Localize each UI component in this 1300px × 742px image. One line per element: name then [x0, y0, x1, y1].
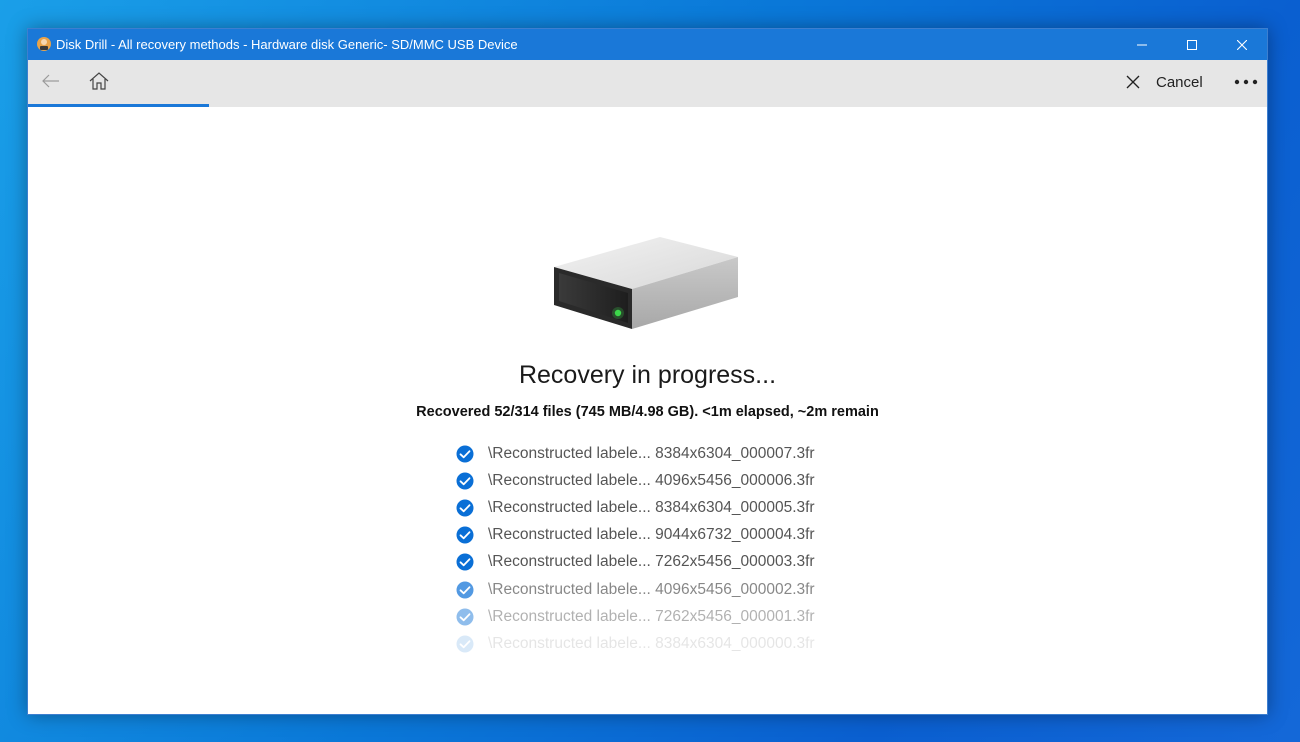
list-item: \Reconstructed labele... 8384x6304_00000… [456, 440, 815, 467]
file-name: \Reconstructed labele... 4096x5456_00000… [488, 471, 815, 489]
close-window-button[interactable] [1218, 29, 1266, 60]
minimize-icon [1137, 44, 1147, 45]
checkmark-icon [456, 472, 474, 490]
checkmark-icon [456, 581, 474, 599]
checkmark-icon [456, 445, 474, 463]
disk-drill-app-icon [36, 36, 52, 52]
file-name: \Reconstructed labele... 7262x5456_00000… [488, 607, 815, 625]
close-icon [1237, 39, 1247, 50]
back-button[interactable] [36, 66, 66, 96]
checkmark-icon [456, 635, 474, 653]
file-name: \Reconstructed labele... 8384x6304_00000… [488, 634, 815, 652]
minimize-button[interactable] [1118, 29, 1166, 60]
list-item: \Reconstructed labele... 4096x5456_00000… [456, 576, 815, 603]
home-icon [89, 72, 109, 90]
back-arrow-icon [42, 74, 59, 88]
file-name: \Reconstructed labele... 4096x5456_00000… [488, 580, 815, 598]
cancel-label: Cancel [1156, 73, 1203, 91]
list-item: \Reconstructed labele... 7262x5456_00000… [456, 603, 815, 630]
file-name: \Reconstructed labele... 8384x6304_00000… [488, 444, 815, 462]
toolbar [28, 60, 1267, 107]
cancel-x-icon [1126, 75, 1140, 89]
hard-drive-icon [550, 233, 740, 338]
file-name: \Reconstructed labele... 7262x5456_00000… [488, 553, 815, 571]
recovered-file-list: \Reconstructed labele... 8384x6304_00000… [456, 440, 815, 658]
window-title: Disk Drill - All recovery methods - Hard… [56, 37, 518, 52]
list-item: \Reconstructed labele... 8384x6304_00000… [456, 630, 815, 657]
checkmark-icon [456, 499, 474, 517]
checkmark-icon [456, 553, 474, 571]
checkmark-icon [456, 608, 474, 626]
more-options-button[interactable] [1228, 68, 1264, 96]
more-icon [1234, 79, 1258, 85]
recovery-status: Recovered 52/314 files (745 MB/4.98 GB).… [416, 404, 879, 420]
cancel-button[interactable]: Cancel [1126, 68, 1203, 96]
main-content: Recovery in progress... Recovered 52/314… [28, 107, 1267, 714]
file-name: \Reconstructed labele... 9044x6732_00000… [488, 526, 815, 544]
page-heading: Recovery in progress... [518, 361, 777, 389]
file-name: \Reconstructed labele... 8384x6304_00000… [488, 498, 815, 516]
list-item: \Reconstructed labele... 9044x6732_00000… [456, 522, 815, 549]
list-item: \Reconstructed labele... 7262x5456_00000… [456, 549, 815, 576]
maximize-icon [1187, 39, 1197, 50]
home-button[interactable] [84, 66, 114, 96]
list-item: \Reconstructed labele... 8384x6304_00000… [456, 494, 815, 521]
app-window: Disk Drill - All recovery methods - Hard… [27, 28, 1268, 715]
checkmark-icon [456, 526, 474, 544]
title-bar: Disk Drill - All recovery methods - Hard… [28, 29, 1267, 60]
maximize-button[interactable] [1168, 29, 1216, 60]
list-item: \Reconstructed labele... 4096x5456_00000… [456, 467, 815, 494]
